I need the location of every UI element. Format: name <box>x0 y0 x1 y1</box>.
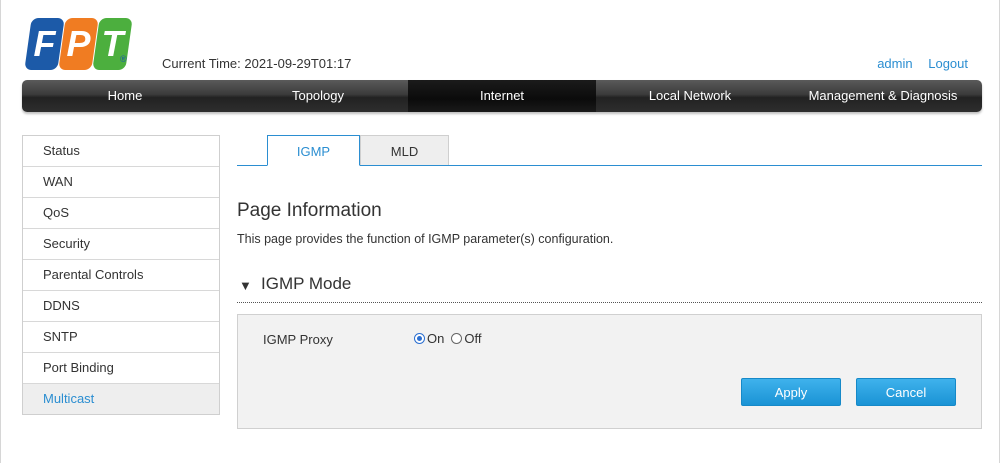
sidebar-item-ddns[interactable]: DDNS <box>23 291 219 322</box>
sidebar: Status WAN QoS Security Parental Control… <box>22 135 220 415</box>
tab-igmp[interactable]: IGMP <box>267 135 360 166</box>
current-time: Current Time: 2021-09-29T01:17 <box>162 56 352 71</box>
admin-link[interactable]: admin <box>877 56 912 71</box>
igmp-proxy-on-radio[interactable] <box>414 333 425 344</box>
sidebar-item-port-binding[interactable]: Port Binding <box>23 353 219 384</box>
main-nav: Home Topology Internet Local Network Man… <box>22 80 982 112</box>
page-title: Page Information <box>237 200 382 221</box>
logo-letter-p: P <box>66 23 91 64</box>
cancel-button[interactable]: Cancel <box>856 378 956 406</box>
igmp-mode-section-header[interactable]: ▼ IGMP Mode <box>237 272 982 303</box>
sidebar-item-qos[interactable]: QoS <box>23 198 219 229</box>
nav-home[interactable]: Home <box>22 80 228 112</box>
tab-mld[interactable]: MLD <box>360 135 449 165</box>
apply-button[interactable]: Apply <box>741 378 841 406</box>
tab-bar: IGMP MLD <box>237 135 982 166</box>
igmp-proxy-off-label[interactable]: Off <box>464 331 481 346</box>
sidebar-item-status[interactable]: Status <box>23 136 219 167</box>
igmp-proxy-on-label[interactable]: On <box>427 331 444 346</box>
igmp-proxy-label: IGMP Proxy <box>263 332 333 347</box>
igmp-proxy-off-radio[interactable] <box>451 333 463 344</box>
igmp-settings-panel: IGMP Proxy On Off Apply Cancel <box>237 314 982 429</box>
triangle-down-icon[interactable]: ▼ <box>239 278 252 293</box>
sidebar-item-security[interactable]: Security <box>23 229 219 260</box>
nav-management-diagnosis[interactable]: Management & Diagnosis <box>784 80 982 112</box>
nav-topology[interactable]: Topology <box>228 80 408 112</box>
sidebar-item-sntp[interactable]: SNTP <box>23 322 219 353</box>
logout-link[interactable]: Logout <box>928 56 968 71</box>
section-title: IGMP Mode <box>261 274 352 293</box>
sidebar-item-parental-controls[interactable]: Parental Controls <box>23 260 219 291</box>
fpt-logo: F P T ® <box>24 18 133 72</box>
sidebar-item-multicast[interactable]: Multicast <box>23 384 219 414</box>
page-description: This page provides the function of IGMP … <box>237 232 614 246</box>
igmp-proxy-radio-group: On Off <box>414 331 488 346</box>
registered-mark: ® <box>120 54 127 64</box>
nav-local-network[interactable]: Local Network <box>596 80 784 112</box>
nav-internet[interactable]: Internet <box>408 80 596 112</box>
user-links: admin Logout <box>865 56 968 71</box>
logo-letter-f: F <box>33 23 56 64</box>
sidebar-item-wan[interactable]: WAN <box>23 167 219 198</box>
